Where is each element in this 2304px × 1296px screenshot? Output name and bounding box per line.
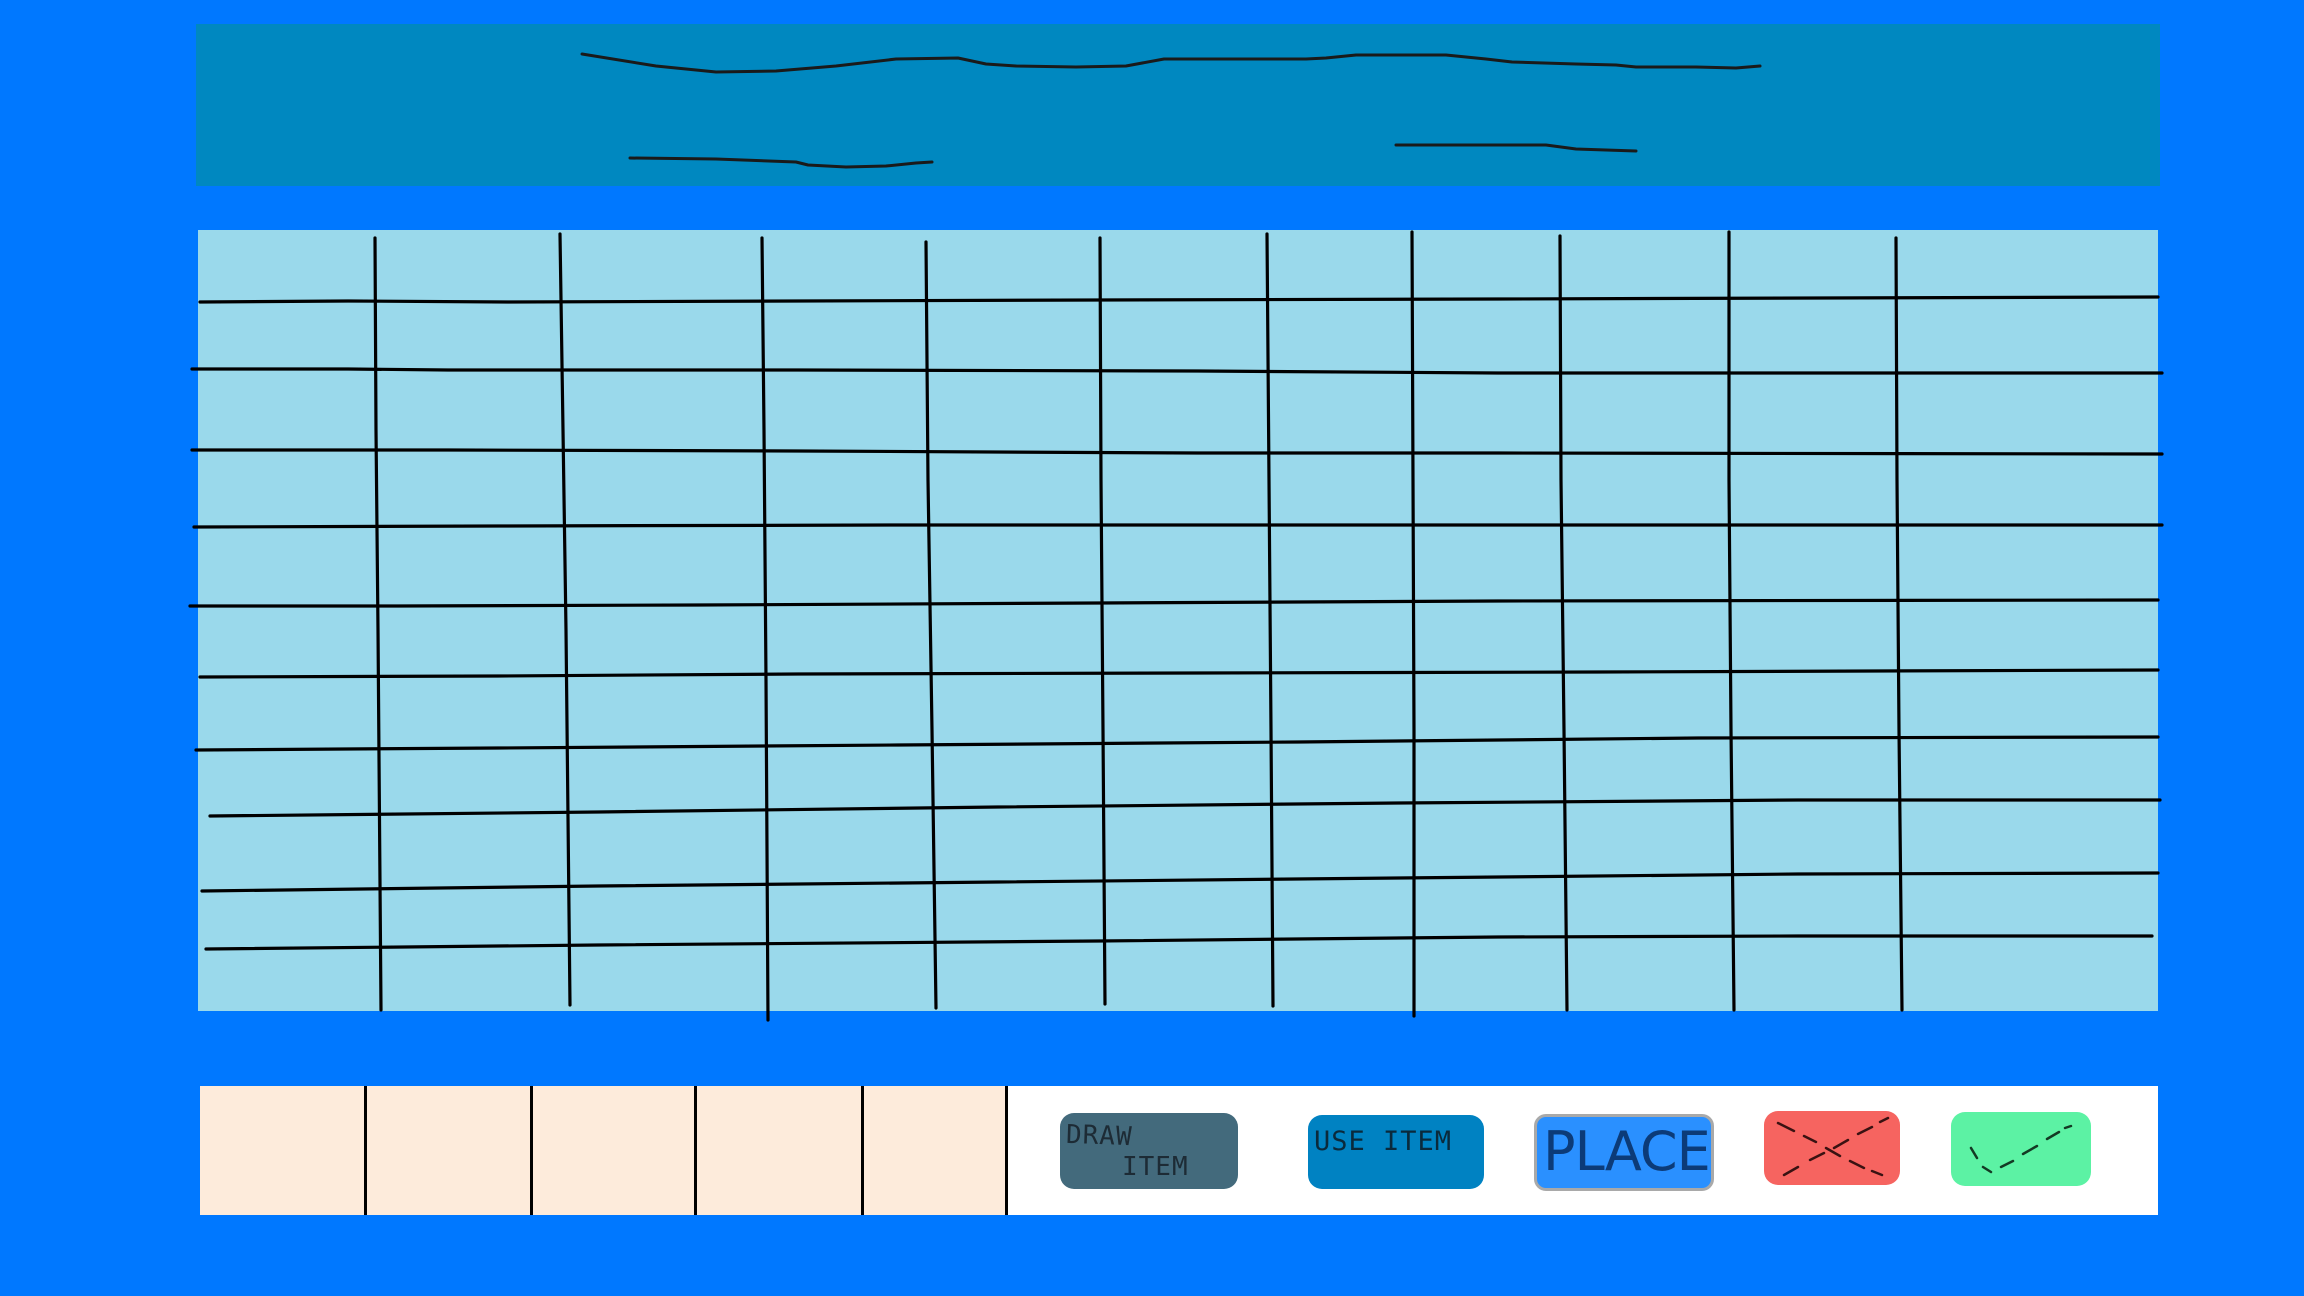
checkmark-icon — [1969, 1124, 2073, 1174]
header-banner — [196, 24, 2160, 186]
action-bar: DRAW ITEM USE ITEM PLACE — [200, 1086, 2158, 1215]
game-screen: DRAW ITEM USE ITEM PLACE — [0, 0, 2304, 1296]
draw-item-button[interactable]: DRAW ITEM — [1060, 1113, 1238, 1189]
hand-slot-4[interactable] — [697, 1086, 864, 1215]
place-button[interactable]: PLACE — [1534, 1114, 1714, 1191]
board-background — [198, 230, 2158, 1011]
game-board[interactable] — [188, 230, 2164, 1022]
draw-item-label-line1: DRAW — [1065, 1119, 1134, 1153]
place-label: PLACE — [1543, 1120, 1711, 1183]
header-background — [196, 24, 2160, 186]
hand-slot-3[interactable] — [533, 1086, 697, 1215]
use-item-button[interactable]: USE ITEM — [1308, 1115, 1484, 1189]
hand-slot-1[interactable] — [200, 1086, 367, 1215]
use-item-label: USE ITEM — [1314, 1126, 1453, 1157]
cancel-button[interactable] — [1764, 1111, 1900, 1185]
confirm-button[interactable] — [1951, 1112, 2091, 1186]
hand-slot-5[interactable] — [864, 1086, 1008, 1215]
draw-item-label-line2: ITEM — [1122, 1152, 1189, 1182]
item-hand — [200, 1086, 1008, 1215]
hand-slot-2[interactable] — [367, 1086, 533, 1215]
x-icon — [1776, 1116, 1890, 1177]
